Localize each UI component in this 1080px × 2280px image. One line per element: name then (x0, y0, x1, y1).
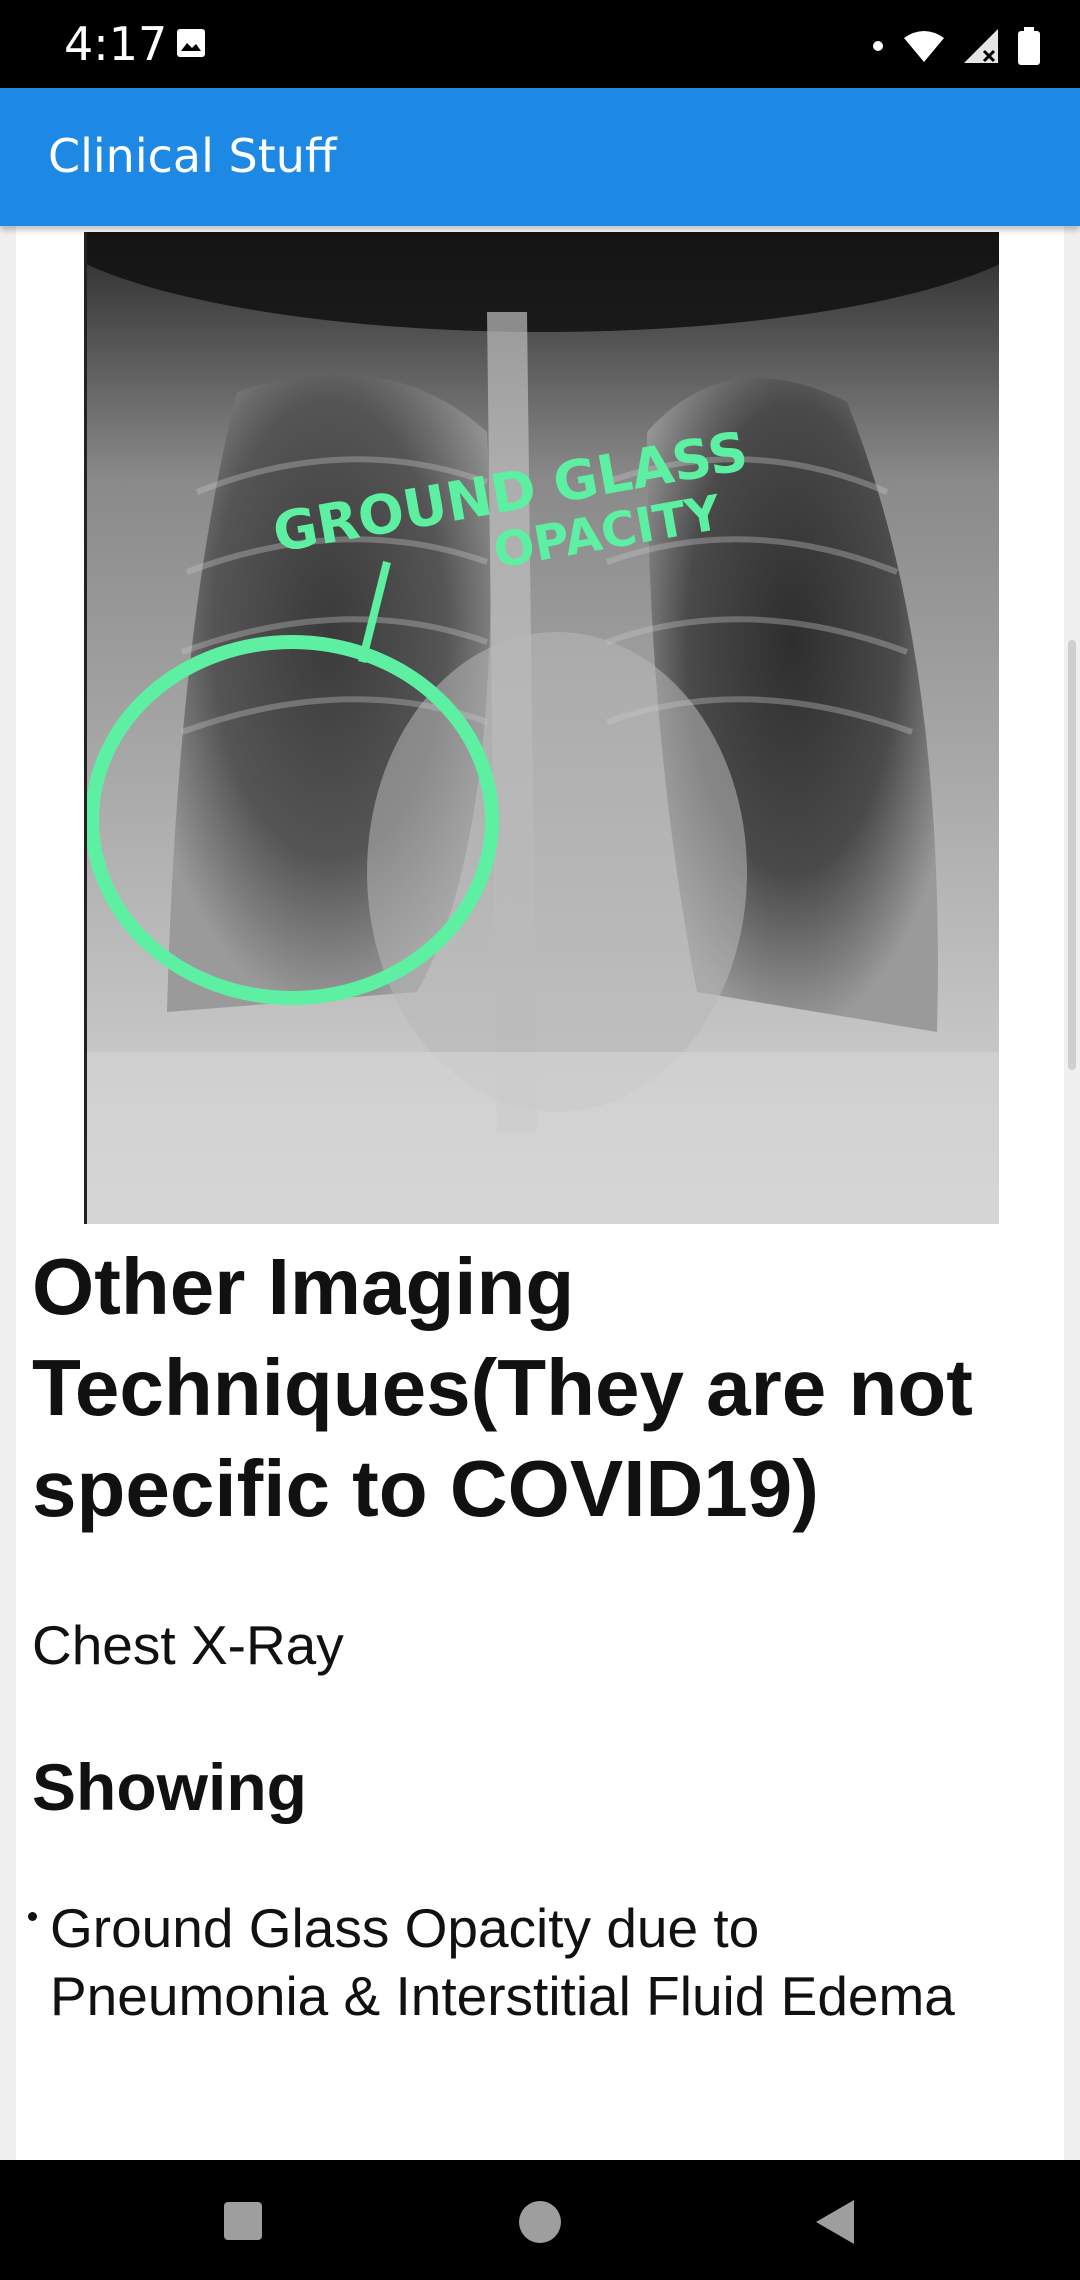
status-time: 4:17 (64, 17, 168, 71)
bullet-item: Ground Glass Opacity due to Pneumonia & … (50, 1897, 955, 2027)
subheading: Showing (32, 1750, 307, 1824)
home-circle-icon[interactable] (518, 2200, 562, 2244)
battery-icon (1018, 27, 1040, 65)
dot-icon (873, 41, 883, 51)
wifi-icon (904, 31, 944, 62)
app-bar: Clinical Stuff (0, 88, 1080, 226)
status-icons (872, 24, 1040, 68)
back-triangle-icon[interactable] (816, 2200, 854, 2244)
signal-icon (964, 29, 998, 63)
bullet-icon (28, 1912, 37, 1921)
system-nav-bar (0, 2160, 1080, 2280)
chest-xray-image: GROUND GLASS OPACITY (84, 232, 999, 1224)
section-paragraph: Chest X-Ray (32, 1614, 344, 1676)
section-heading: Other Imaging Techniques(They are not sp… (32, 1242, 973, 1533)
recents-square-icon[interactable] (224, 2202, 262, 2240)
app-title: Clinical Stuff (48, 129, 337, 183)
image-notification-icon (177, 29, 205, 57)
scrollbar-thumb[interactable] (1068, 640, 1076, 1070)
status-bar: 4:17 (0, 0, 1080, 88)
